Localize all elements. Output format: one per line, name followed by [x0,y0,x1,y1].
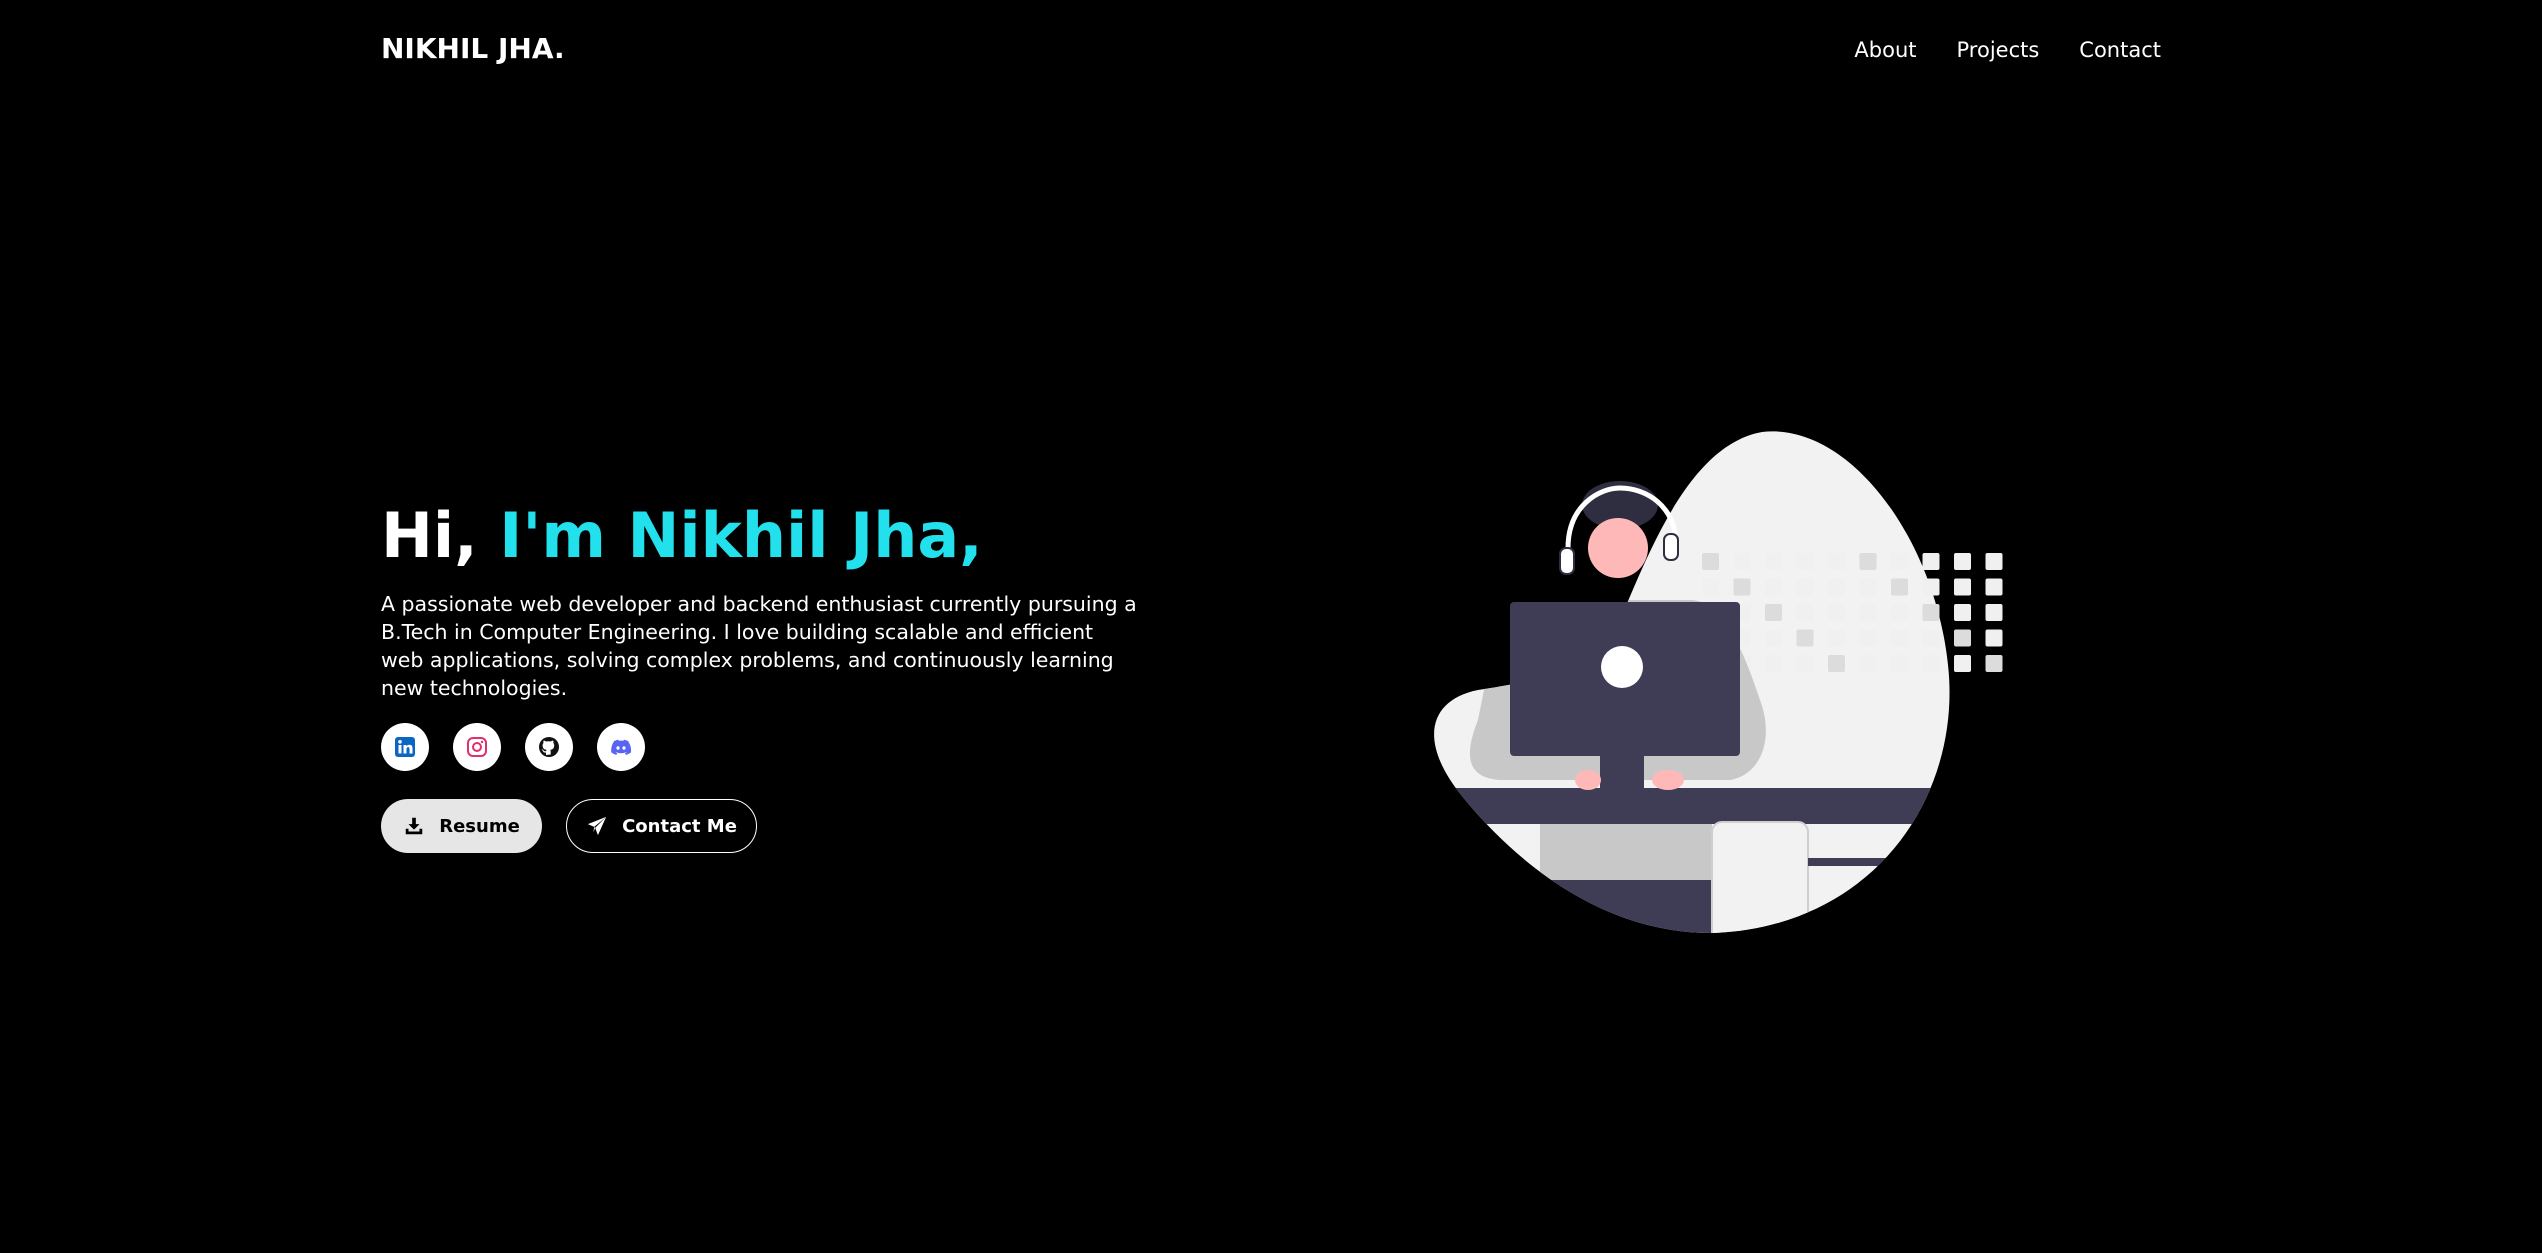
chair-stripe [1808,858,1948,866]
dot-grid-square [1859,655,1877,672]
dot-grid-square [1859,629,1877,647]
monitor-logo [1601,646,1643,688]
main-nav: About Projects Contact [1854,38,2161,62]
social-links [381,723,645,771]
dot-grid-square [1891,655,1908,672]
contact-me-button[interactable]: Contact Me [566,799,757,853]
dot-grid-square [1891,578,1908,596]
chair [1711,821,1809,934]
dot-grid-square [1985,655,2003,672]
person-legs [1520,880,1730,934]
github-link[interactable] [525,723,573,771]
dot-grid-square [1796,629,1814,647]
dot-grid-square [1922,655,1940,672]
hero-illustration [1434,431,2003,934]
headphone-right [1663,533,1679,561]
download-icon [405,817,423,835]
nav-link-about[interactable]: About [1854,38,1916,62]
page: NIKHIL JHA. About Projects Contact Hi, I… [0,0,2542,1253]
github-icon [539,737,559,757]
dot-grid-square [1954,553,1971,570]
dot-grid-square [1954,604,1971,621]
instagram-link[interactable] [453,723,501,771]
nav-link-contact[interactable]: Contact [2079,38,2161,62]
dot-grid-square [1985,629,2003,647]
resume-button-label: Resume [439,815,520,837]
right-hand [1652,770,1684,790]
send-icon [587,816,607,836]
dot-grid-square [1954,578,1971,596]
resume-button[interactable]: Resume [381,799,542,853]
dot-grid-square [1922,604,1940,621]
dot-grid-square [1859,578,1877,596]
hero-description: A passionate web developer and backend e… [381,592,1137,700]
hero-greeting: Hi, [381,499,478,572]
dot-grid-square [1765,578,1782,596]
site-logo[interactable]: NIKHIL JHA. [381,32,565,65]
dot-grid-square [1765,629,1782,647]
dot-grid-square [1891,604,1908,621]
dot-grid-square [1796,655,1814,672]
monitor-stand [1600,756,1644,790]
dot-grid-square [1985,553,2003,570]
dot-grid-square [1891,553,1908,570]
contact-me-button-label: Contact Me [622,815,737,837]
dot-grid-square [1954,629,1971,647]
dot-grid-square [1765,553,1782,570]
dot-grid-square [1828,629,1845,647]
dot-grid-square [1922,629,1940,647]
dot-grid-square [1733,578,1751,596]
dot-grid-square [1765,655,1782,672]
dot-grid-square [1954,655,1971,672]
person-head [1588,518,1648,578]
dot-grid-square [1828,578,1845,596]
nav-link-projects[interactable]: Projects [1957,38,2040,62]
left-hand [1575,770,1601,790]
dot-grid-square [1702,578,1719,596]
hero-name: I'm Nikhil Jha, [499,499,983,572]
dot-grid-square [1702,553,1719,570]
dot-grid-square [1796,578,1814,596]
dot-grid-square [1796,553,1814,570]
dot-grid-square [1828,553,1845,570]
dot-grid-square [1859,604,1877,621]
dot-grid-square [1828,604,1845,621]
dot-grid-square [1859,553,1877,570]
dot-grid-square [1891,629,1908,647]
dot-grid-square [1922,578,1940,596]
hero-actions: Resume Contact Me [381,799,757,853]
dot-grid-square [1796,604,1814,621]
dot-grid-square [1985,578,2003,596]
discord-icon [611,739,632,755]
person-torso-lower [1540,824,1712,880]
dot-grid-square [1828,655,1845,672]
hero-title: Hi, I'm Nikhil Jha, [381,499,983,572]
discord-link[interactable] [597,723,645,771]
dot-grid-square [1922,553,1940,570]
linkedin-icon [395,737,415,757]
dot-grid-square [1765,604,1782,621]
instagram-icon [467,737,487,757]
headphone-left [1559,547,1575,575]
dot-grid-square [1733,553,1751,570]
desk [1434,788,1950,824]
dot-grid-square [1985,604,2003,621]
linkedin-link[interactable] [381,723,429,771]
